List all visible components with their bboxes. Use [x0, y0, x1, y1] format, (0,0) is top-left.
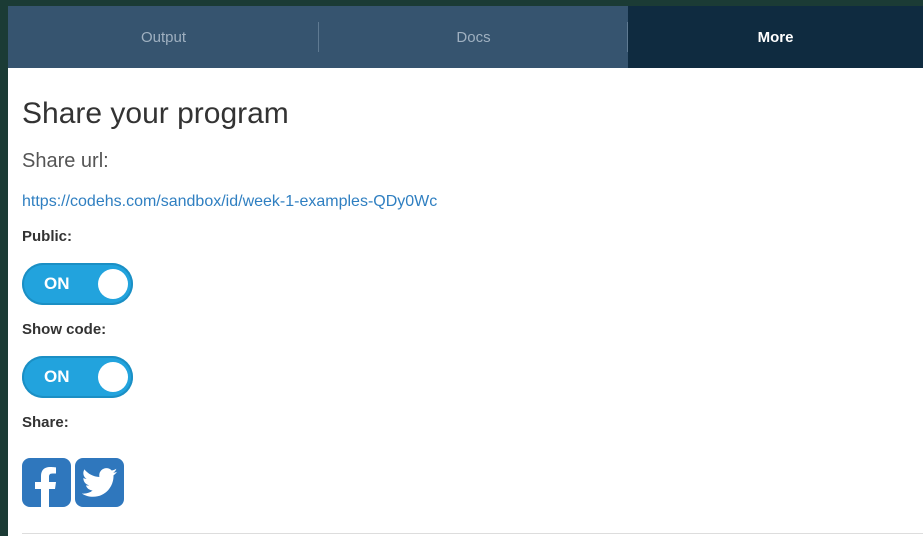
toggle-knob — [98, 362, 128, 392]
share-label: Share: — [22, 414, 69, 431]
tab-divider — [318, 22, 319, 52]
tab-divider — [627, 22, 628, 52]
page-title: Share your program — [22, 97, 289, 130]
tab-docs-label: Docs — [456, 28, 491, 46]
show-code-label: Show code: — [22, 321, 107, 338]
public-toggle[interactable]: ON — [22, 263, 133, 305]
tab-docs[interactable]: Docs — [319, 6, 628, 68]
share-url-link[interactable]: https://codehs.com/sandbox/id/week-1-exa… — [22, 193, 437, 211]
toggle-knob — [98, 269, 128, 299]
tab-output-label: Output — [140, 28, 187, 46]
facebook-icon — [34, 467, 56, 507]
tab-bar: Output Docs More — [8, 6, 923, 68]
more-panel-window: Output Docs More Share your program Shar… — [8, 6, 923, 536]
tab-output[interactable]: Output — [8, 6, 319, 68]
divider — [22, 533, 923, 534]
share-url-label: Share url: — [22, 150, 109, 172]
show-code-toggle-state: ON — [44, 367, 70, 386]
tab-more[interactable]: More — [628, 6, 923, 68]
public-label: Public: — [22, 228, 73, 245]
facebook-share-button[interactable] — [22, 458, 71, 507]
twitter-icon — [81, 467, 117, 497]
show-code-toggle[interactable]: ON — [22, 356, 133, 398]
tab-more-label: More — [757, 28, 794, 46]
public-toggle-state: ON — [44, 274, 70, 293]
social-share-buttons — [22, 458, 124, 507]
twitter-share-button[interactable] — [75, 458, 124, 507]
